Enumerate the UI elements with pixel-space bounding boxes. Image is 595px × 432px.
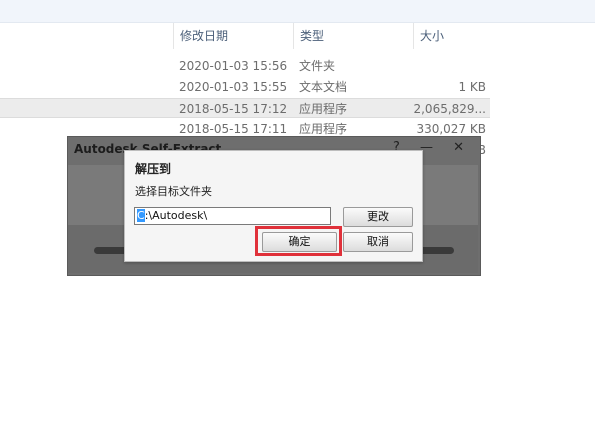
row-date: 2020-01-03 15:55 — [179, 80, 288, 94]
dialog-title: 解压到 — [135, 162, 172, 176]
path-text: :\Autodesk\ — [144, 209, 208, 222]
path-selection: C — [137, 209, 145, 222]
row-date: 2018-05-15 17:12 — [179, 102, 288, 116]
row-size: 1 KB — [458, 80, 486, 94]
dialog-prompt: 选择目标文件夹 — [135, 185, 212, 198]
cancel-button[interactable]: 取消 — [343, 232, 413, 252]
column-type-label: 类型 — [300, 29, 325, 43]
folder-path-input[interactable]: C:\Autodesk\ — [134, 207, 331, 225]
file-row[interactable]: 2020-01-03 15:56 文件夹 — [0, 56, 490, 76]
column-size[interactable]: 大小 — [413, 23, 493, 49]
file-row[interactable]: 2020-01-03 15:55 文本文档 1 KB — [0, 77, 490, 97]
column-size-label: 大小 — [420, 29, 445, 43]
column-date-label: 修改日期 — [180, 29, 229, 43]
row-type: 文本文档 — [299, 80, 348, 94]
ok-highlight-box — [255, 226, 342, 256]
column-header: 修改日期 类型 大小 — [0, 23, 595, 49]
toolbar-strip — [0, 0, 595, 23]
row-size: 2,065,829... — [413, 102, 486, 116]
row-date: 2020-01-03 15:56 — [179, 59, 288, 73]
column-type[interactable]: 类型 — [293, 23, 413, 49]
column-date[interactable]: 修改日期 — [173, 23, 293, 49]
row-type: 应用程序 — [299, 102, 348, 116]
file-row-selected[interactable]: 2018-05-15 17:12 应用程序 2,065,829... — [0, 98, 490, 118]
change-button[interactable]: 更改 — [343, 207, 413, 227]
row-type: 文件夹 — [299, 59, 336, 73]
